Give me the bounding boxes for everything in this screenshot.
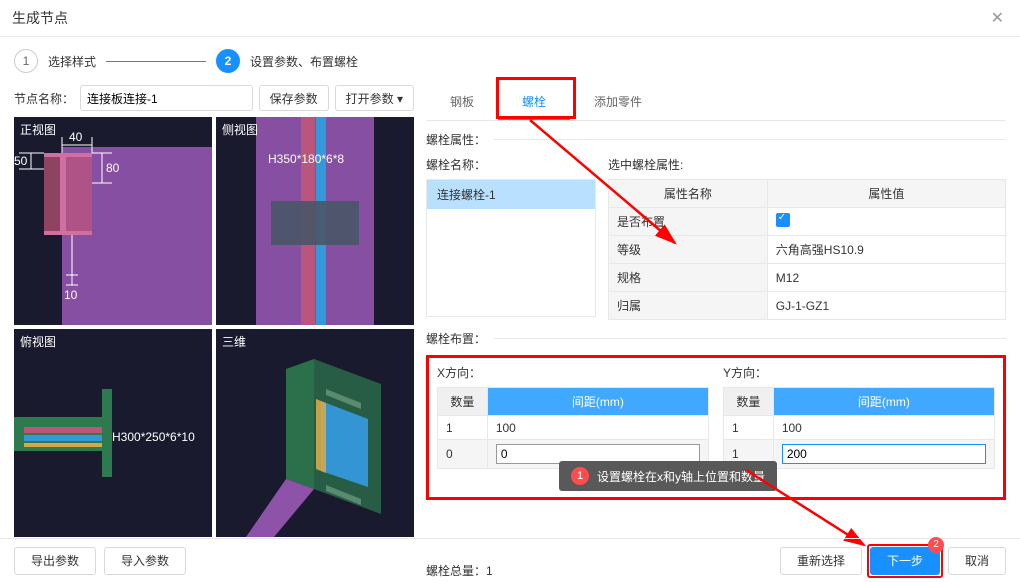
tab-bolt[interactable]: 螺栓 [498, 85, 570, 120]
prop-belong-val[interactable]: GJ-1-GZ1 [767, 292, 1005, 320]
th-prop-name: 属性名称 [609, 180, 768, 208]
tab-plate[interactable]: 钢板 [426, 85, 498, 120]
selected-bolt-label: 选中螺栓属性: [608, 156, 1006, 173]
bolt-list-item[interactable]: 连接螺栓-1 [427, 180, 595, 209]
x-table: 数量间距(mm) 1100 0 [437, 387, 709, 469]
x-qty-0[interactable]: 1 [438, 416, 488, 440]
import-params-button[interactable]: 导入参数 [104, 547, 186, 575]
svg-text:10: 10 [64, 288, 78, 302]
y-dist-header: 间距(mm) [773, 388, 994, 416]
viewport-top-label: 俯视图 [20, 333, 56, 350]
checkbox-icon[interactable] [776, 213, 790, 227]
callout-badge-2: 2 [928, 537, 944, 553]
svg-text:80: 80 [106, 161, 120, 175]
step-indicator: 1 选择样式 2 设置参数、布置螺栓 [0, 37, 1020, 85]
y-qty-header: 数量 [724, 388, 774, 416]
bolt-props-table: 属性名称属性值 是否布置 等级六角高强HS10.9 规格M12 归属GJ-1-G… [608, 179, 1006, 320]
x-dir-label: X方向： [437, 364, 709, 381]
open-params-button[interactable]: 打开参数 ▾ [335, 85, 414, 111]
svg-text:H350*180*6*8: H350*180*6*8 [268, 152, 344, 166]
viewport-front[interactable]: 正视图 50 40 [14, 117, 212, 325]
prop-grade-val[interactable]: 六角高强HS10.9 [767, 236, 1005, 264]
reselect-button[interactable]: 重新选择 [780, 547, 862, 575]
y-dist-1-input[interactable] [782, 444, 986, 464]
y-dir-label: Y方向： [723, 364, 995, 381]
viewport-side[interactable]: 侧视图 H350*180*6*8 [216, 117, 414, 325]
y-table: 数量间距(mm) 1100 1 [723, 387, 995, 469]
bolt-name-list[interactable]: 连接螺栓-1 [426, 179, 596, 317]
bolt-name-label: 螺栓名称： [426, 156, 596, 173]
node-name-input[interactable] [80, 85, 253, 111]
node-name-label: 节点名称： [14, 90, 74, 107]
dialog-title: 生成节点 [12, 8, 68, 28]
prop-belong-key: 归属 [609, 292, 768, 320]
callout-tooltip: 1 设置螺栓在x和y轴上位置和数量 [559, 461, 777, 491]
y-qty-0[interactable]: 1 [724, 416, 774, 440]
step-1-label: 选择样式 [48, 53, 96, 70]
step-1-circle[interactable]: 1 [14, 49, 38, 73]
viewport-top[interactable]: 俯视图 H300*250*6*10 [14, 329, 212, 537]
viewport-3d[interactable]: 三维 [216, 329, 414, 537]
export-params-button[interactable]: 导出参数 [14, 547, 96, 575]
step-2-circle[interactable]: 2 [216, 49, 240, 73]
x-qty-1[interactable]: 0 [438, 440, 488, 469]
x-dist-header: 间距(mm) [487, 388, 708, 416]
step-2-label: 设置参数、布置螺栓 [250, 53, 358, 70]
bolt-props-title: 螺栓属性： [426, 131, 1006, 148]
prop-spec-key: 规格 [609, 264, 768, 292]
prop-grade-key: 等级 [609, 236, 768, 264]
viewport-front-label: 正视图 [20, 121, 56, 138]
prop-spec-val[interactable]: M12 [767, 264, 1005, 292]
prop-layout-val[interactable] [767, 208, 1005, 236]
callout-text: 设置螺栓在x和y轴上位置和数量 [597, 468, 765, 485]
y-dist-1[interactable] [773, 440, 994, 469]
callout-badge-1: 1 [571, 467, 589, 485]
y-dist-0[interactable]: 100 [773, 416, 994, 440]
cancel-button[interactable]: 取消 [948, 547, 1006, 575]
tab-add-part[interactable]: 添加零件 [570, 85, 666, 120]
svg-text:H300*250*6*10: H300*250*6*10 [112, 430, 195, 444]
viewport-3d-label: 三维 [222, 333, 246, 350]
prop-layout-key: 是否布置 [609, 208, 768, 236]
close-icon[interactable]: ✕ [987, 8, 1008, 28]
viewport-side-label: 侧视图 [222, 121, 258, 138]
svg-text:40: 40 [69, 130, 83, 144]
save-params-button[interactable]: 保存参数 [259, 85, 329, 111]
svg-text:50: 50 [14, 154, 28, 168]
x-qty-header: 数量 [438, 388, 488, 416]
th-prop-value: 属性值 [767, 180, 1005, 208]
x-dist-0[interactable]: 100 [487, 416, 708, 440]
bolt-layout-title: 螺栓布置： [426, 330, 1006, 347]
step-connector [106, 61, 206, 62]
